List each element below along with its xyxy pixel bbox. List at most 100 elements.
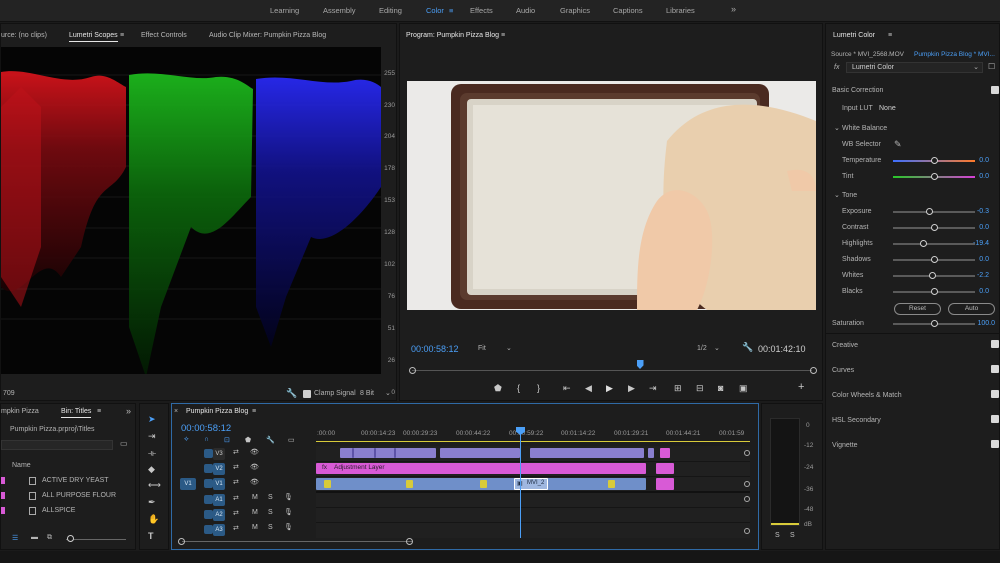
vignette-header[interactable]: Vignette (832, 442, 858, 449)
chevron-down-icon[interactable]: ⌄ (385, 389, 391, 397)
program-scrubber[interactable] (412, 370, 812, 371)
tone-chevron-icon[interactable]: ⌄ (834, 191, 840, 199)
v2-clip[interactable] (656, 463, 674, 474)
v3-lock-icon[interactable] (204, 449, 213, 458)
workspace-color[interactable]: Color (426, 6, 444, 15)
workspace-audio[interactable]: Audio (516, 6, 535, 15)
curves-checkbox[interactable] (991, 365, 999, 373)
creative-header[interactable]: Creative (832, 342, 858, 349)
hsl-secondary-checkbox[interactable] (991, 415, 999, 423)
solo-button[interactable]: S (268, 494, 273, 501)
go-to-in-icon[interactable]: ⇤ (563, 384, 571, 393)
workspace-captions[interactable]: Captions (613, 6, 643, 15)
shadows-value[interactable]: 0.0 (979, 256, 989, 263)
basic-correction-header[interactable]: Basic Correction (832, 87, 883, 94)
scroll-handle[interactable] (744, 528, 750, 534)
a1-lock-icon[interactable] (204, 495, 213, 504)
timeline-settings-icon[interactable]: 🔧 (266, 436, 275, 444)
program-playhead[interactable] (636, 360, 644, 369)
hand-tool-icon[interactable]: ✋ (148, 515, 159, 524)
whites-value[interactable]: -2.2 (977, 272, 989, 279)
sync-lock-icon[interactable]: ⇄ (233, 509, 239, 517)
v1-clip[interactable] (656, 478, 674, 490)
mute-button[interactable]: M (252, 509, 258, 516)
bit-depth-select[interactable]: 8 Bit (360, 390, 374, 397)
scroll-handle[interactable] (744, 481, 750, 487)
extract-icon[interactable]: ⊟ (696, 384, 704, 393)
temperature-knob[interactable] (930, 157, 938, 164)
tab-lumetri-scopes[interactable]: Lumetri Scopes (69, 32, 118, 42)
curves-header[interactable]: Curves (832, 367, 854, 374)
track-label-a1[interactable]: A1 (213, 494, 225, 506)
mute-button[interactable]: M (252, 494, 258, 501)
workspace-menu-icon[interactable]: ≡ (449, 6, 453, 15)
sync-lock-icon[interactable]: ⇄ (233, 478, 239, 486)
go-to-out-icon[interactable]: ⇥ (649, 384, 657, 393)
microphone-icon[interactable]: 🎙 (284, 523, 293, 531)
highlights-value[interactable]: -19.4 (973, 240, 989, 247)
workspace-learning[interactable]: Learning (270, 6, 299, 15)
zoom-slider-knob[interactable] (67, 535, 74, 542)
tab-project[interactable]: mpkin Pizza (1, 408, 39, 415)
tone-header[interactable]: Tone (842, 192, 857, 199)
hsl-secondary-header[interactable]: HSL Secondary (832, 417, 881, 424)
timeline-ruler[interactable]: :00:00 00:00:14:23 00:00:29:23 00:00:44:… (316, 428, 750, 446)
v3-clip[interactable] (440, 448, 520, 458)
lumetri-menu-icon[interactable]: ≡ (888, 32, 892, 39)
sync-lock-icon[interactable]: ⇄ (233, 494, 239, 502)
tab-source[interactable]: urce: (no clips) (1, 32, 47, 39)
comparison-view-icon[interactable]: ▣ (739, 384, 748, 393)
solo-button[interactable]: S (268, 524, 273, 531)
freeform-view-icon[interactable]: ⧉ (47, 534, 52, 542)
list-item[interactable]: ALL PURPOSE FLOUR (1, 489, 127, 503)
project-search-input[interactable] (1, 440, 113, 450)
linked-selection-icon[interactable]: ⊡ (224, 436, 230, 444)
wrench-icon[interactable]: 🔧 (286, 389, 297, 398)
sync-lock-icon[interactable]: ⇄ (233, 463, 239, 471)
blacks-value[interactable]: 0.0 (979, 288, 989, 295)
resolution-chevron-icon[interactable]: ⌄ (714, 344, 720, 352)
lift-icon[interactable]: ⊞ (674, 384, 682, 393)
a2-lock-icon[interactable] (204, 510, 213, 519)
auto-button[interactable]: Auto (948, 303, 995, 315)
v3-clip[interactable] (648, 448, 654, 458)
zoom-slider[interactable] (66, 539, 126, 540)
exposure-slider[interactable] (893, 211, 975, 213)
scrubber-start-handle[interactable] (409, 367, 416, 374)
list-item[interactable]: ALLSPICE (1, 504, 127, 518)
reset-button[interactable]: Reset (894, 303, 941, 315)
bin-menu-icon[interactable]: ≡ (97, 408, 101, 415)
fit-chevron-icon[interactable]: ⌄ (506, 344, 512, 352)
solo-right-button[interactable]: S (790, 532, 795, 539)
saturation-knob[interactable] (930, 320, 938, 327)
workspace-graphics[interactable]: Graphics (560, 6, 590, 15)
razor-tool-icon[interactable]: ◆ (148, 465, 155, 474)
eye-icon[interactable]: 👁 (250, 448, 259, 456)
highlights-slider[interactable] (893, 243, 975, 245)
captions-icon[interactable]: ▭ (288, 436, 295, 444)
source-patch-v1[interactable]: V1 (180, 478, 196, 490)
scroll-handle[interactable] (744, 496, 750, 502)
v3-clip[interactable] (340, 448, 436, 458)
track-select-tool-icon[interactable]: ⇥ (148, 432, 156, 441)
track-area[interactable]: fx Adjustment Layer ▣ MVI_2 (316, 427, 750, 538)
workspace-assembly[interactable]: Assembly (323, 6, 356, 15)
blacks-knob[interactable] (930, 288, 938, 295)
input-lut-select[interactable]: None (879, 105, 896, 112)
workspace-libraries[interactable]: Libraries (666, 6, 695, 15)
microphone-icon[interactable]: 🎙 (284, 493, 293, 501)
workspace-editing[interactable]: Editing (379, 6, 402, 15)
exposure-knob[interactable] (926, 208, 934, 215)
basic-correction-checkbox[interactable] (991, 86, 999, 94)
track-label-a3[interactable]: A3 (213, 524, 225, 536)
color-wheels-header[interactable]: Color Wheels & Match (832, 392, 902, 399)
tab-audio-clip-mixer[interactable]: Audio Clip Mixer: Pumpkin Pizza Blog (209, 32, 326, 39)
timeline-timecode[interactable]: 00:00:58:12 (181, 423, 231, 434)
mark-out-icon[interactable]: } (537, 384, 540, 393)
eyedropper-icon[interactable]: ✎ (894, 139, 902, 150)
tab-bin-titles[interactable]: Bin: Titles (61, 408, 92, 418)
lumetri-sequence[interactable]: Pumpkin Pizza Blog * MVI... (914, 51, 995, 58)
adjustment-layer-clip[interactable]: fx Adjustment Layer (316, 463, 646, 474)
white-balance-header[interactable]: White Balance (842, 125, 887, 132)
work-area-bar[interactable] (316, 441, 750, 442)
